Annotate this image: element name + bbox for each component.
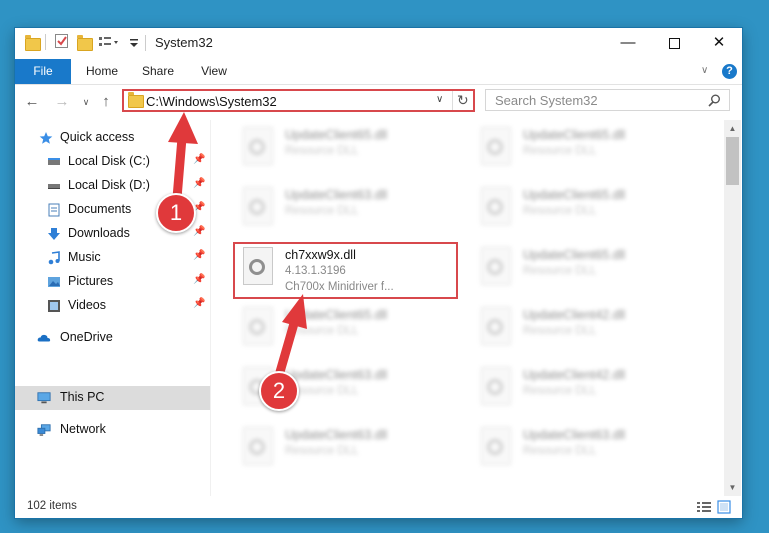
tutorial-arrows [168,112,307,377]
step-2-badge: 2 [259,371,299,411]
step-1-badge: 1 [156,193,196,233]
arrow-to-file [275,315,300,377]
arrow-head-2 [282,294,307,329]
arrow-head-1 [168,112,198,144]
arrow-to-address-bar [172,133,187,203]
